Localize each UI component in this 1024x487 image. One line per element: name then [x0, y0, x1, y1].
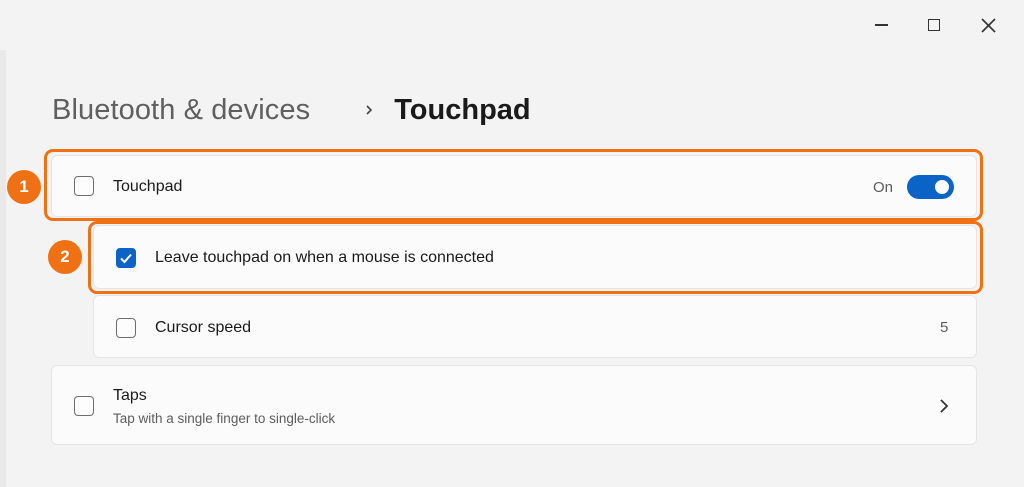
maximize-button[interactable] — [919, 10, 949, 40]
navigation-pane-edge — [0, 50, 6, 487]
leave-touchpad-on-checkbox[interactable] — [116, 248, 136, 268]
cursor-speed-value: 5 — [940, 319, 949, 336]
maximize-icon — [928, 19, 940, 31]
annotation-badge-2: 2 — [48, 240, 82, 274]
breadcrumb-parent-link[interactable]: Bluetooth & devices — [52, 94, 310, 127]
touchpad-setting-row[interactable]: Touchpad On — [51, 155, 977, 217]
chevron-right-icon — [360, 101, 378, 119]
leave-touchpad-on-row[interactable]: Leave touchpad on when a mouse is connec… — [93, 225, 977, 289]
taps-checkbox[interactable] — [74, 396, 94, 416]
settings-window: Bluetooth & devices Touchpad Touchpad On… — [0, 0, 1024, 487]
annotation-badge-1: 1 — [7, 170, 41, 204]
touchpad-toggle[interactable] — [907, 175, 954, 199]
cursor-speed-label: Cursor speed — [155, 319, 252, 336]
toggle-knob — [935, 180, 949, 194]
page-title: Touchpad — [394, 93, 531, 126]
close-icon — [980, 17, 996, 33]
touchpad-checkbox[interactable] — [74, 176, 94, 196]
breadcrumb: Bluetooth & devices Touchpad — [52, 88, 531, 132]
checkmark-icon — [120, 253, 132, 264]
touchpad-label: Touchpad — [113, 178, 183, 195]
minimize-button[interactable] — [866, 10, 896, 40]
leave-touchpad-on-label: Leave touchpad on when a mouse is connec… — [155, 249, 494, 266]
taps-description: Tap with a single finger to single-click — [113, 411, 336, 426]
touchpad-state-text: On — [873, 179, 894, 196]
cursor-speed-row[interactable]: Cursor speed 5 — [93, 295, 977, 358]
taps-label: Taps — [113, 387, 147, 404]
cursor-speed-checkbox[interactable] — [116, 318, 136, 338]
close-button[interactable] — [973, 10, 1003, 40]
taps-row[interactable]: Taps Tap with a single finger to single-… — [51, 365, 977, 445]
minimize-icon — [874, 24, 888, 26]
chevron-right-icon — [938, 398, 950, 419]
